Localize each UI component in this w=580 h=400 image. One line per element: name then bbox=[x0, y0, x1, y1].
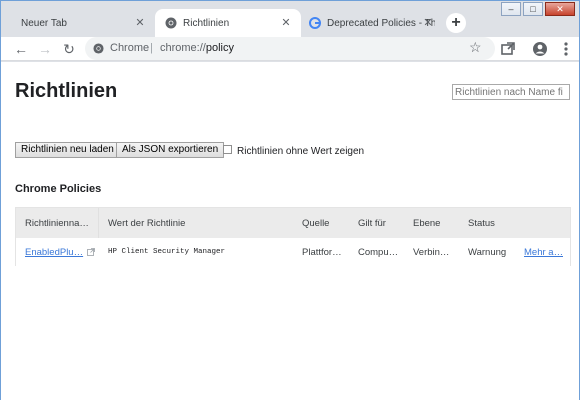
reload-button[interactable]: ↻ bbox=[59, 39, 79, 59]
window-close-button[interactable]: ✕ bbox=[545, 2, 575, 16]
show-unset-label: Richtlinien ohne Wert zeigen bbox=[237, 146, 365, 157]
section-title: Chrome Policies bbox=[15, 183, 102, 195]
star-icon[interactable]: ☆ bbox=[469, 37, 482, 57]
tab-title: Richtlinien bbox=[183, 17, 230, 29]
export-json-button[interactable]: Als JSON exportieren bbox=[116, 142, 225, 158]
minimize-button[interactable]: – bbox=[501, 2, 521, 16]
google-icon bbox=[309, 17, 321, 29]
policy-search-input[interactable] bbox=[452, 84, 570, 100]
table-row: EnabledPlu… HP Client Security Manager P… bbox=[16, 238, 570, 266]
column-header: Status bbox=[468, 217, 495, 229]
tab-new-tab[interactable]: Neuer Tab ✕ bbox=[13, 9, 155, 37]
url-divider: | bbox=[150, 42, 153, 54]
column-header: Richtlinienna… bbox=[25, 217, 89, 229]
chrome-icon bbox=[93, 43, 104, 54]
policy-status-cell: Warnung bbox=[468, 246, 507, 258]
policy-level-cell: Verbin… bbox=[413, 246, 450, 258]
table-header: Richtlinienna… Wert der Richtlinie Quell… bbox=[16, 208, 570, 238]
page-title: Richtlinien bbox=[15, 80, 118, 102]
reload-policies-button[interactable]: Richtlinien neu laden bbox=[15, 142, 120, 158]
policy-source-cell: Plattfor… bbox=[302, 246, 342, 258]
maximize-button[interactable]: □ bbox=[523, 2, 543, 16]
tab-deprecated-policies[interactable]: Deprecated Policies - Th ✕ bbox=[301, 9, 443, 37]
site-label: Chrome bbox=[110, 42, 150, 54]
column-header: Quelle bbox=[302, 217, 330, 229]
menu-icon[interactable] bbox=[557, 39, 575, 59]
policy-table: Richtlinienna… Wert der Richtlinie Quell… bbox=[15, 207, 571, 266]
tab-title: Deprecated Policies - Th bbox=[327, 17, 435, 29]
window-controls: – □ ✕ bbox=[499, 2, 575, 16]
close-icon[interactable]: ✕ bbox=[133, 16, 147, 30]
tab-title: Neuer Tab bbox=[21, 17, 67, 29]
column-header: Wert der Richtlinie bbox=[108, 217, 186, 229]
policy-name-cell: EnabledPlu… bbox=[25, 238, 97, 266]
browser-window: Neuer Tab ✕ Richtlinien ✕ Deprecated Pol… bbox=[0, 0, 580, 400]
forward-button[interactable]: → bbox=[35, 39, 55, 59]
show-more-link[interactable]: Mehr a… bbox=[524, 238, 563, 266]
chrome-icon bbox=[165, 17, 177, 29]
policy-page: Richtlinien Richtlinien neu laden Als JS… bbox=[1, 62, 579, 400]
new-tab-button[interactable]: + bbox=[446, 13, 466, 33]
address-bar[interactable]: Chrome | chrome://policy ☆ bbox=[85, 37, 495, 60]
show-unset-checkbox[interactable] bbox=[223, 145, 232, 154]
policy-name-link[interactable]: EnabledPlu… bbox=[25, 247, 83, 258]
url-text: chrome://policy bbox=[160, 37, 234, 60]
tab-richtlinien[interactable]: Richtlinien ✕ bbox=[155, 9, 301, 37]
column-header: Gilt für bbox=[358, 217, 386, 229]
column-header: Ebene bbox=[413, 217, 441, 229]
back-button[interactable]: ← bbox=[11, 39, 31, 59]
cast-icon[interactable] bbox=[499, 39, 517, 59]
external-link-icon[interactable] bbox=[87, 248, 96, 256]
close-icon[interactable]: ✕ bbox=[279, 16, 293, 30]
url-prefix: chrome:// bbox=[160, 42, 206, 54]
policy-value-cell: HP Client Security Manager bbox=[108, 248, 226, 256]
browser-toolbar: ← → ↻ Chrome | chrome://policy ☆ bbox=[1, 37, 579, 61]
close-icon[interactable]: ✕ bbox=[421, 16, 435, 30]
profile-icon[interactable] bbox=[531, 39, 549, 59]
url-path: policy bbox=[205, 42, 234, 54]
tab-strip: Neuer Tab ✕ Richtlinien ✕ Deprecated Pol… bbox=[1, 1, 579, 37]
policy-scope-cell: Compu… bbox=[358, 246, 399, 258]
